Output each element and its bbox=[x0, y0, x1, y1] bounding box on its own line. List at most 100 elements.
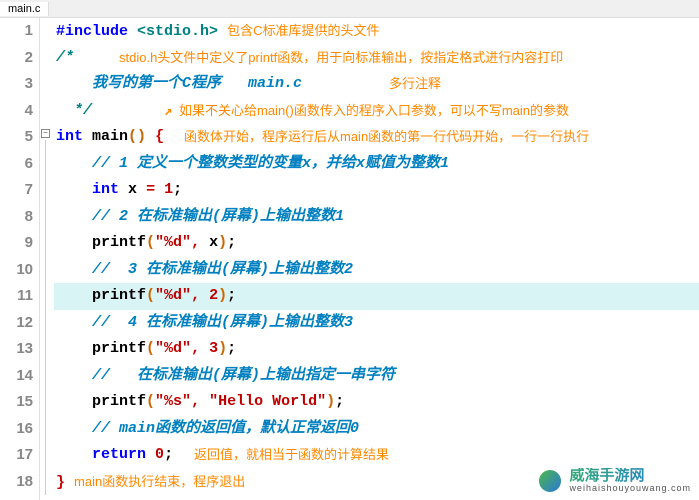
string-literal: "%d" bbox=[155, 287, 191, 304]
keyword: int bbox=[56, 128, 83, 145]
comma: , bbox=[191, 287, 200, 304]
line-number: 4 bbox=[0, 98, 33, 125]
semicolon: ; bbox=[227, 340, 236, 357]
line-number: 9 bbox=[0, 230, 33, 257]
code-line[interactable]: // 1 定义一个整数类型的变量x，并给x赋值为整数1 bbox=[54, 151, 699, 178]
line-number: 2 bbox=[0, 45, 33, 72]
annotation-text: 多行注释 bbox=[389, 71, 441, 98]
comment-close: */ bbox=[74, 102, 92, 119]
semicolon: ; bbox=[227, 234, 236, 251]
comment-text: // main函数的返回值，默认正常返回0 bbox=[92, 420, 359, 437]
line-number: 12 bbox=[0, 310, 33, 337]
code-line[interactable]: #include <stdio.h> 包含C标准库提供的头文件 bbox=[54, 18, 699, 45]
line-number: 7 bbox=[0, 177, 33, 204]
number-literal: 3 bbox=[200, 340, 218, 357]
function-name: main bbox=[92, 128, 128, 145]
string-literal: "%d" bbox=[155, 340, 191, 357]
comment-text: // 1 定义一个整数类型的变量x，并给x赋值为整数1 bbox=[92, 155, 449, 172]
comment-text: // 4 在标准输出(屏幕)上输出整数3 bbox=[92, 314, 353, 331]
line-number: 11 bbox=[0, 283, 33, 310]
keyword: return bbox=[92, 446, 146, 463]
semicolon: ; bbox=[164, 446, 173, 463]
fold-toggle-icon[interactable]: − bbox=[41, 129, 50, 138]
code-editor[interactable]: 1 2 3 4 5 6 7 8 9 10 11 12 13 14 15 16 1… bbox=[0, 18, 699, 500]
annotation-text: main函数执行结束，程序退出 bbox=[74, 474, 245, 489]
function-call: printf bbox=[92, 340, 146, 357]
comma: , bbox=[191, 234, 200, 251]
number-literal: 0 bbox=[155, 446, 164, 463]
line-number: 6 bbox=[0, 151, 33, 178]
paren: ) bbox=[326, 393, 335, 410]
comment-open: /* bbox=[56, 49, 74, 66]
paren: ) bbox=[218, 340, 227, 357]
identifier: x bbox=[128, 181, 137, 198]
annotation-text: 返回值，就相当于函数的计算结果 bbox=[194, 442, 389, 469]
arrow-icon: ↗ bbox=[164, 99, 172, 126]
comment-text: // 3 在标准输出(屏幕)上输出整数2 bbox=[92, 261, 353, 278]
code-area[interactable]: #include <stdio.h> 包含C标准库提供的头文件 /* stdio.… bbox=[54, 18, 699, 500]
code-line[interactable]: int main() { 函数体开始，程序运行后从main函数的第一行代码开始，一… bbox=[54, 124, 699, 151]
operator: = bbox=[146, 181, 155, 198]
line-number: 15 bbox=[0, 389, 33, 416]
comment-text: 我写的第一个C程序 main.c bbox=[92, 75, 302, 92]
code-line[interactable]: // 4 在标准输出(屏幕)上输出整数3 bbox=[54, 310, 699, 337]
fold-column: − bbox=[40, 18, 54, 500]
paren: ( bbox=[146, 340, 155, 357]
semicolon: ; bbox=[173, 181, 182, 198]
line-number: 3 bbox=[0, 71, 33, 98]
paren: ( bbox=[146, 234, 155, 251]
annotation-text: 包含C标准库提供的头文件 bbox=[227, 23, 379, 38]
brace-close: } bbox=[56, 474, 65, 491]
line-number: 13 bbox=[0, 336, 33, 363]
code-line[interactable]: */ ↗ 如果不关心给main()函数传入的程序入口参数，可以不写main的参数 bbox=[54, 98, 699, 125]
semicolon: ; bbox=[227, 287, 236, 304]
line-number: 17 bbox=[0, 442, 33, 469]
line-number-gutter: 1 2 3 4 5 6 7 8 9 10 11 12 13 14 15 16 1… bbox=[0, 18, 40, 500]
code-line[interactable]: // 在标准输出(屏幕)上输出指定一串字符 bbox=[54, 363, 699, 390]
code-line[interactable]: // 3 在标准输出(屏幕)上输出整数2 bbox=[54, 257, 699, 284]
function-call: printf bbox=[92, 393, 146, 410]
line-number: 10 bbox=[0, 257, 33, 284]
annotation-text: 如果不关心给main()函数传入的程序入口参数，可以不写main的参数 bbox=[179, 98, 569, 125]
number-literal: 2 bbox=[200, 287, 218, 304]
paren: ( bbox=[146, 393, 155, 410]
argument: x bbox=[200, 234, 218, 251]
code-line[interactable]: printf("%d", 3); bbox=[54, 336, 699, 363]
line-number: 5 bbox=[0, 124, 33, 151]
code-line[interactable]: return 0; 返回值，就相当于函数的计算结果 bbox=[54, 442, 699, 469]
comma: , bbox=[191, 340, 200, 357]
code-line[interactable]: 我写的第一个C程序 main.c 多行注释 bbox=[54, 71, 699, 98]
semicolon: ; bbox=[335, 393, 344, 410]
code-line[interactable]: // 2 在标准输出(屏幕)上输出整数1 bbox=[54, 204, 699, 231]
annotation-text: stdio.h头文件中定义了printf函数，用于向标准输出，按指定格式进行内容… bbox=[119, 45, 563, 72]
code-line[interactable]: printf("%s", "Hello World"); bbox=[54, 389, 699, 416]
paren: ) bbox=[218, 234, 227, 251]
fold-guide-line bbox=[45, 140, 46, 495]
line-number: 18 bbox=[0, 469, 33, 496]
brace-open: { bbox=[155, 128, 164, 145]
comma: , bbox=[191, 393, 200, 410]
comment-text: // 2 在标准输出(屏幕)上输出整数1 bbox=[92, 208, 344, 225]
preproc-keyword: #include bbox=[56, 23, 128, 40]
code-line[interactable]: /* stdio.h头文件中定义了printf函数，用于向标准输出，按指定格式进行… bbox=[54, 45, 699, 72]
string-literal: "Hello World" bbox=[200, 393, 326, 410]
file-tab[interactable]: main.c bbox=[0, 2, 49, 16]
string-literal: "%d" bbox=[155, 234, 191, 251]
paren: ) bbox=[218, 287, 227, 304]
line-number: 1 bbox=[0, 18, 33, 45]
watermark-domain: weihaishouyouwang.com bbox=[569, 484, 691, 494]
number-literal: 1 bbox=[164, 181, 173, 198]
string-literal: "%s" bbox=[155, 393, 191, 410]
paren: ( bbox=[146, 287, 155, 304]
watermark-logo-icon bbox=[539, 470, 561, 492]
annotation-text: 函数体开始，程序运行后从main函数的第一行代码开始，一行一行执行 bbox=[184, 124, 589, 151]
function-call: printf bbox=[92, 287, 146, 304]
code-line[interactable]: // main函数的返回值，默认正常返回0 bbox=[54, 416, 699, 443]
code-line[interactable]: int x = 1; bbox=[54, 177, 699, 204]
line-number: 8 bbox=[0, 204, 33, 231]
code-line[interactable]: printf("%d", x); bbox=[54, 230, 699, 257]
header-name: <stdio.h> bbox=[137, 23, 218, 40]
line-number: 14 bbox=[0, 363, 33, 390]
code-line-current[interactable]: printf("%d", 2); bbox=[54, 283, 699, 310]
parentheses: () bbox=[128, 128, 146, 145]
